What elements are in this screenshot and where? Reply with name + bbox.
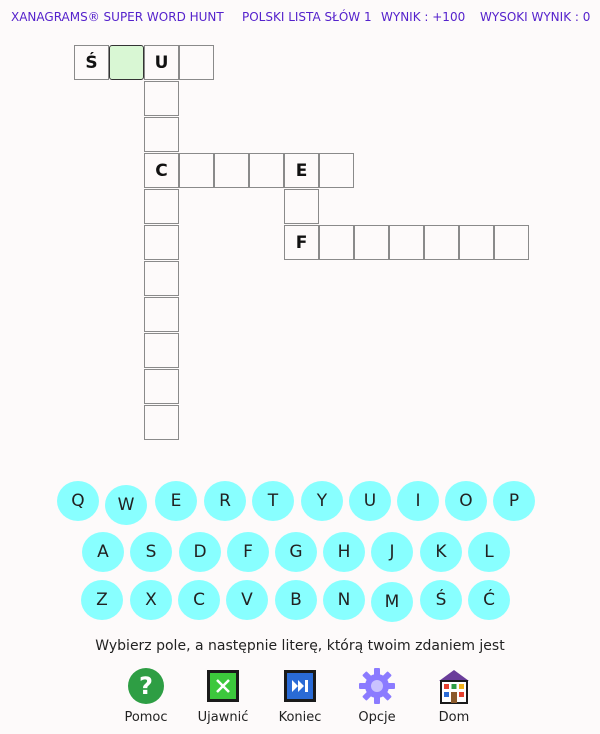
- grid-cell[interactable]: [144, 117, 179, 152]
- gear-icon: [357, 666, 397, 706]
- key-i[interactable]: I: [397, 481, 439, 521]
- grid-cell[interactable]: [284, 189, 319, 224]
- help-label: Pomoc: [124, 710, 168, 725]
- home-icon: [434, 666, 474, 706]
- options-label: Opcje: [358, 710, 396, 725]
- grid-cell[interactable]: [319, 153, 354, 188]
- key-c[interactable]: C: [178, 580, 220, 620]
- instruction-text: Wybierz pole, a następnie literę, którą …: [95, 638, 505, 654]
- help-button[interactable]: ? Pomoc: [106, 666, 186, 728]
- grid-cell[interactable]: [144, 81, 179, 116]
- key-z[interactable]: Z: [81, 580, 123, 620]
- grid-cell[interactable]: [179, 45, 214, 80]
- help-icon: ?: [126, 666, 166, 706]
- key-x[interactable]: X: [130, 580, 172, 620]
- keyboard-row-3: Z X C V B N M Ś Ć: [0, 580, 600, 622]
- home-button[interactable]: Dom: [414, 666, 494, 728]
- grid-cell[interactable]: [249, 153, 284, 188]
- options-button[interactable]: Opcje: [337, 666, 417, 728]
- grid-cell[interactable]: [459, 225, 494, 260]
- reveal-icon: [203, 666, 243, 706]
- key-u[interactable]: U: [349, 481, 391, 521]
- key-r[interactable]: R: [204, 481, 246, 521]
- grid-cell[interactable]: C: [144, 153, 179, 188]
- skip-forward-icon: [280, 666, 320, 706]
- key-w[interactable]: W: [105, 485, 147, 525]
- key-s[interactable]: S: [130, 532, 172, 572]
- key-y[interactable]: Y: [301, 481, 343, 521]
- key-n[interactable]: N: [323, 580, 365, 620]
- key-d[interactable]: D: [179, 532, 221, 572]
- grid-cell[interactable]: F: [284, 225, 319, 260]
- grid-cell[interactable]: E: [284, 153, 319, 188]
- key-j[interactable]: J: [371, 532, 413, 572]
- grid-cell[interactable]: [144, 261, 179, 296]
- key-p[interactable]: P: [493, 481, 535, 521]
- key-s-acute[interactable]: Ś: [420, 580, 462, 620]
- key-f[interactable]: F: [227, 532, 269, 572]
- grid-cell[interactable]: [424, 225, 459, 260]
- svg-text:?: ?: [139, 672, 153, 700]
- grid-cell[interactable]: [144, 225, 179, 260]
- key-v[interactable]: V: [226, 580, 268, 620]
- grid-cell[interactable]: [319, 225, 354, 260]
- grid-cell[interactable]: Ś: [74, 45, 109, 80]
- grid-cell[interactable]: U: [144, 45, 179, 80]
- key-k[interactable]: K: [420, 532, 462, 572]
- grid-cell[interactable]: [144, 333, 179, 368]
- keyboard-row-2: A S D F G H J K L: [0, 532, 600, 574]
- key-t[interactable]: T: [252, 481, 294, 521]
- grid-cell[interactable]: [144, 189, 179, 224]
- reveal-button[interactable]: Ujawnić: [183, 666, 263, 728]
- crossword-grid: Ś U C E F: [0, 0, 600, 470]
- finish-label: Koniec: [278, 710, 322, 725]
- key-b[interactable]: B: [275, 580, 317, 620]
- grid-cell[interactable]: [389, 225, 424, 260]
- grid-cell[interactable]: [144, 405, 179, 440]
- key-e[interactable]: E: [155, 481, 197, 521]
- grid-cell[interactable]: [179, 153, 214, 188]
- grid-cell[interactable]: [144, 297, 179, 332]
- grid-cell-selected[interactable]: [109, 45, 144, 80]
- key-g[interactable]: G: [275, 532, 317, 572]
- key-m[interactable]: M: [371, 582, 413, 622]
- home-label: Dom: [438, 710, 470, 725]
- key-c-acute[interactable]: Ć: [468, 580, 510, 620]
- grid-cell[interactable]: [144, 369, 179, 404]
- grid-cell[interactable]: [214, 153, 249, 188]
- keyboard-row-1: Q W E R T Y U I O P: [0, 481, 600, 525]
- reveal-label: Ujawnić: [197, 710, 249, 725]
- grid-cell[interactable]: [494, 225, 529, 260]
- key-l[interactable]: L: [468, 532, 510, 572]
- key-o[interactable]: O: [445, 481, 487, 521]
- key-q[interactable]: Q: [57, 481, 99, 521]
- finish-button[interactable]: Koniec: [260, 666, 340, 728]
- grid-cell[interactable]: [354, 225, 389, 260]
- key-a[interactable]: A: [82, 532, 124, 572]
- key-h[interactable]: H: [323, 532, 365, 572]
